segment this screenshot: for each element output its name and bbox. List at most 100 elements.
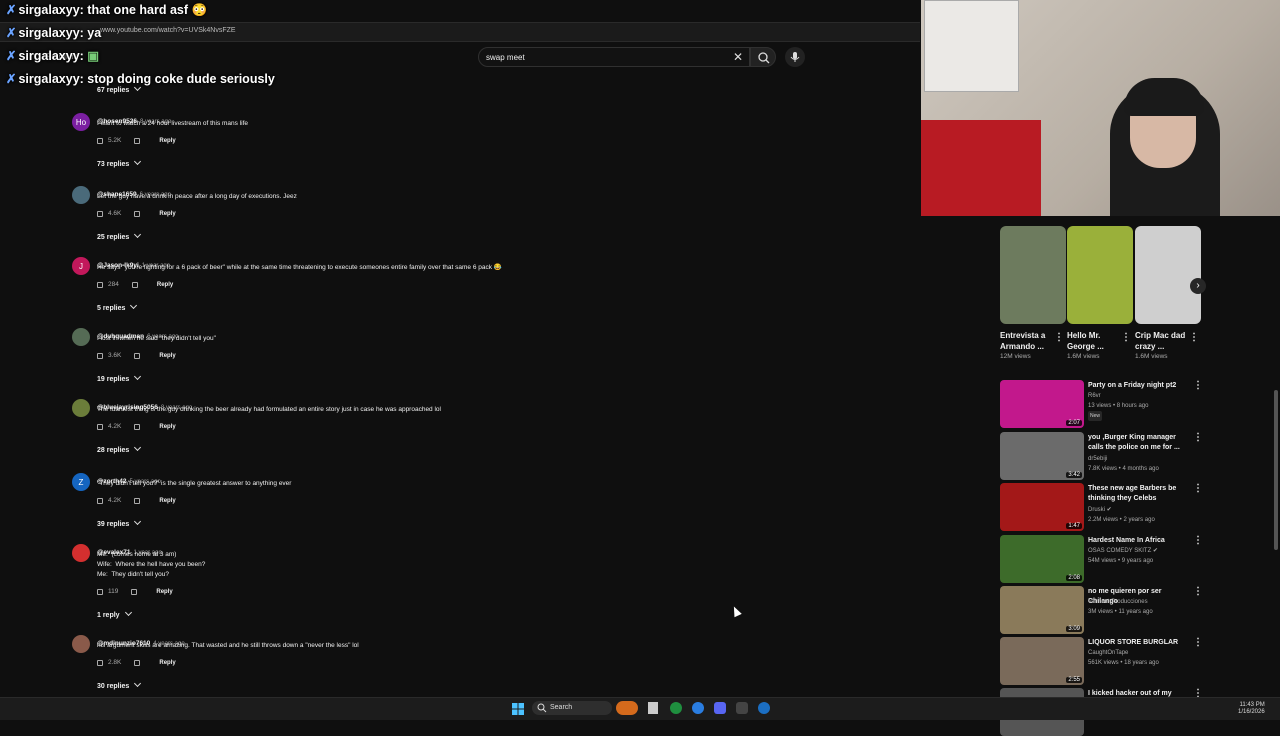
video-channel[interactable]: OSAS COMEDY SKITZ ✔ xyxy=(1088,546,1158,556)
video-thumbnail[interactable]: 2:08 xyxy=(1000,535,1084,583)
video-thumbnail[interactable]: 2:07 xyxy=(1000,380,1084,428)
reply-button[interactable]: Reply xyxy=(159,424,175,430)
more-icon[interactable]: ⋮ xyxy=(1189,332,1199,343)
reply-button[interactable]: Reply xyxy=(159,660,175,666)
address-url[interactable]: www.youtube.com/watch?v=UVSk4NvsFZE xyxy=(100,27,236,34)
comment-text: Let the guy have a drink in peace after … xyxy=(97,193,297,200)
short-thumbnail[interactable] xyxy=(1067,226,1133,324)
video-thumbnail[interactable]: 2:55 xyxy=(1000,637,1084,685)
chat-message: ✗ sirgalaxyy: that one hard asf 😳 xyxy=(6,3,208,17)
more-icon[interactable]: ⋮ xyxy=(1193,380,1203,391)
replies-toggle[interactable]: 25 replies xyxy=(97,230,142,241)
more-icon[interactable]: ⋮ xyxy=(1193,535,1203,546)
video-title[interactable]: LIQUOR STORE BURGLAR xyxy=(1088,638,1188,648)
thumbs-down-icon[interactable] xyxy=(131,588,138,595)
chevron-down-icon xyxy=(134,517,142,526)
reply-button[interactable]: Reply xyxy=(159,498,175,504)
mic-button[interactable] xyxy=(785,47,805,67)
comment-text: I want to watch a 24 hour livestream of … xyxy=(97,120,249,127)
thumbs-down-icon[interactable] xyxy=(134,497,141,504)
thumbs-up-icon[interactable] xyxy=(97,588,103,595)
like-count: 4.2K xyxy=(108,423,122,430)
short-thumbnail[interactable] xyxy=(1000,226,1066,324)
replies-toggle[interactable]: 1 reply xyxy=(97,608,132,619)
chevron-right-icon[interactable]: › xyxy=(1190,278,1206,294)
windows-start-icon[interactable] xyxy=(512,702,524,715)
replies-toggle[interactable]: 19 replies xyxy=(97,372,142,383)
video-channel[interactable]: Valmont Producciones xyxy=(1088,597,1148,607)
new-badge: New xyxy=(1088,411,1103,421)
short-thumbnail[interactable] xyxy=(1135,226,1201,324)
app-icon[interactable] xyxy=(736,702,748,714)
avatar[interactable]: J xyxy=(72,257,90,275)
short-title[interactable]: Hello Mr. George ... xyxy=(1067,330,1122,352)
more-icon[interactable]: ⋮ xyxy=(1121,332,1131,343)
thumbs-down-icon[interactable] xyxy=(134,352,141,359)
avatar[interactable]: Ho xyxy=(72,113,90,131)
video-thumbnail[interactable]: 3:09 xyxy=(1000,586,1084,634)
avatar[interactable]: Z xyxy=(72,473,90,491)
replies-toggle[interactable]: 73 replies xyxy=(97,157,142,168)
video-channel[interactable]: CaughtOnTape xyxy=(1088,648,1128,658)
replies-toggle[interactable]: 5 replies xyxy=(97,301,138,312)
thumbs-down-icon[interactable] xyxy=(134,137,141,144)
replies-toggle[interactable]: 39 replies xyxy=(97,517,142,528)
taskbar-widget-icon[interactable] xyxy=(616,701,638,715)
chrome-icon[interactable] xyxy=(670,702,682,714)
thumbs-down-icon[interactable] xyxy=(134,423,141,430)
video-channel[interactable]: dr5ebiji xyxy=(1088,454,1107,464)
thumbs-up-icon[interactable] xyxy=(97,281,103,288)
video-channel[interactable]: R6vr xyxy=(1088,391,1101,401)
scrollbar[interactable] xyxy=(1274,390,1278,550)
short-title[interactable]: Crip Mac dad crazy ... xyxy=(1135,330,1190,352)
chat-message: ✗ sirgalaxyy: ▣ xyxy=(6,49,100,63)
video-thumbnail[interactable]: 3:42 xyxy=(1000,432,1084,480)
avatar[interactable] xyxy=(72,544,90,562)
more-icon[interactable]: ⋮ xyxy=(1054,332,1064,343)
thumbs-up-icon[interactable] xyxy=(97,497,103,504)
reply-button[interactable]: Reply xyxy=(156,589,172,595)
thumbs-down-icon[interactable] xyxy=(131,281,138,288)
windows-taskbar xyxy=(0,697,1280,720)
short-title[interactable]: Entrevista a Armando ... xyxy=(1000,330,1055,352)
file-explorer-icon[interactable] xyxy=(648,702,658,714)
replies-toggle[interactable]: 67 replies xyxy=(97,83,142,94)
avatar[interactable] xyxy=(72,186,90,204)
thumbs-down-icon[interactable] xyxy=(134,659,141,666)
thumbs-down-icon[interactable] xyxy=(134,210,141,217)
clear-search-icon[interactable]: ✕ xyxy=(733,50,743,64)
thumbs-up-icon[interactable] xyxy=(97,423,103,430)
search-button[interactable] xyxy=(750,47,776,67)
replies-toggle[interactable]: 28 replies xyxy=(97,443,142,454)
discord-icon[interactable] xyxy=(714,702,726,714)
more-icon[interactable]: ⋮ xyxy=(1193,637,1203,648)
reply-button[interactable]: Reply xyxy=(159,353,175,359)
thumbs-up-icon[interactable] xyxy=(97,659,103,666)
reply-button[interactable]: Reply xyxy=(159,211,175,217)
browser-icon[interactable] xyxy=(758,702,770,714)
thumbs-up-icon[interactable] xyxy=(97,210,103,217)
video-title[interactable]: you ,Burger King manager calls the polic… xyxy=(1088,433,1188,453)
replies-toggle[interactable]: 30 replies xyxy=(97,679,142,690)
avatar[interactable] xyxy=(72,328,90,346)
avatar[interactable] xyxy=(72,399,90,417)
video-title[interactable]: These new age Barbers be thinking they C… xyxy=(1088,484,1188,504)
thumbs-up-icon[interactable] xyxy=(97,352,103,359)
more-icon[interactable]: ⋮ xyxy=(1193,432,1203,443)
comment-text: The funniest thing is the guy drinking t… xyxy=(97,406,441,413)
search-value[interactable]: swap meet xyxy=(486,53,525,62)
edge-icon[interactable] xyxy=(692,702,704,714)
reply-button[interactable]: Reply xyxy=(159,138,175,144)
video-thumbnail[interactable]: 1:47 xyxy=(1000,483,1084,531)
video-title[interactable]: Party on a Friday night pt2 xyxy=(1088,381,1188,391)
more-icon[interactable]: ⋮ xyxy=(1193,483,1203,494)
thumbs-up-icon[interactable] xyxy=(97,137,103,144)
more-icon[interactable]: ⋮ xyxy=(1193,586,1203,597)
avatar[interactable] xyxy=(72,635,90,653)
clock[interactable]: 11:43 PM 1/16/2026 xyxy=(1238,702,1265,716)
video-channel[interactable]: Druski ✔ xyxy=(1088,505,1112,515)
video-title[interactable]: Hardest Name In Africa xyxy=(1088,536,1188,546)
like-count: 119 xyxy=(108,588,119,595)
reply-button[interactable]: Reply xyxy=(157,282,173,288)
taskbar-search[interactable]: Search xyxy=(532,701,612,715)
